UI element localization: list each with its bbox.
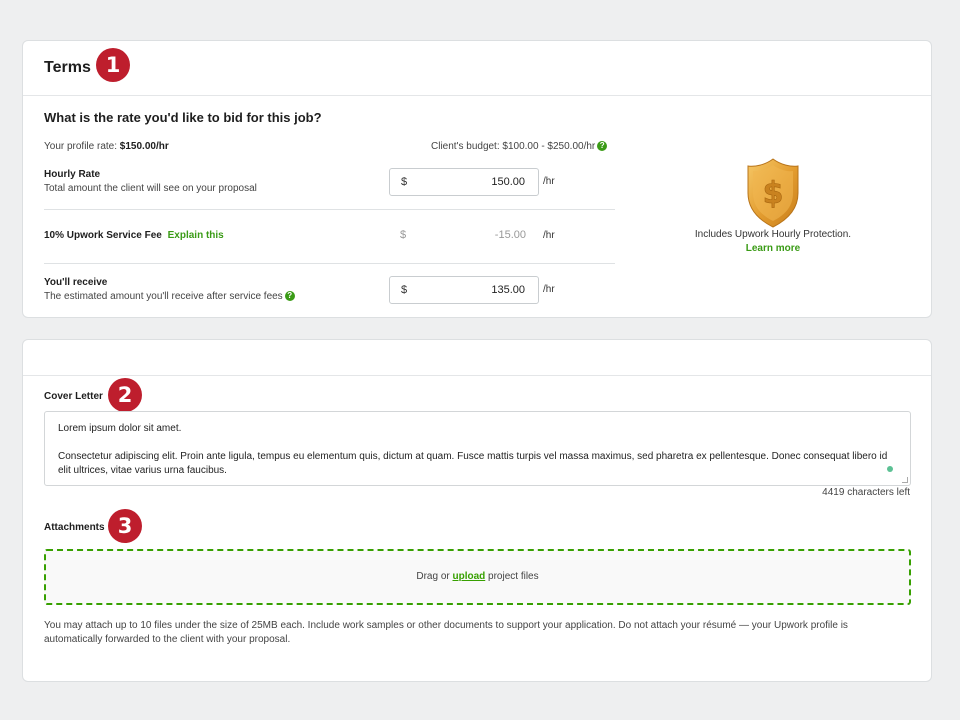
rate-question: What is the rate you'd like to bid for t… xyxy=(44,110,322,125)
hourly-rate-label: Hourly Rate xyxy=(44,169,101,180)
terms-title: Terms xyxy=(44,59,91,76)
hourly-rate-currency: $ xyxy=(401,176,408,188)
hourly-rate-unit: /hr xyxy=(543,176,555,187)
divider xyxy=(44,209,615,210)
cover-paragraph-2: Consectetur adipiscing elit. Proin ante … xyxy=(58,451,888,476)
file-dropzone[interactable]: Drag or upload project files xyxy=(44,549,911,605)
client-budget-text: Client's budget: $100.00 - $250.00/hr xyxy=(431,141,596,152)
divider xyxy=(44,263,615,264)
service-fee-amount: $ -15.00 xyxy=(389,222,539,250)
service-fee-label: 10% Upwork Service Fee xyxy=(44,230,162,241)
step-badge-3: 3 xyxy=(108,509,142,543)
characters-left: 4419 characters left xyxy=(822,487,910,498)
dropzone-text: Drag or upload project files xyxy=(46,571,909,582)
receive-unit: /hr xyxy=(543,284,555,295)
terms-header: Terms 1 xyxy=(23,41,931,96)
hourly-rate-value: 150.00 xyxy=(491,176,525,188)
cover-letter-textarea[interactable]: Lorem ipsum dolor sit amet. Consectetur … xyxy=(44,411,911,486)
profile-rate: Your profile rate: $150.00/hr xyxy=(44,141,169,152)
cover-letter-label: Cover Letter xyxy=(44,391,103,402)
service-fee-row: 10% Upwork Service Fee Explain this xyxy=(44,230,224,241)
resize-handle-icon[interactable] xyxy=(902,477,908,483)
receive-description: The estimated amount you'll receive afte… xyxy=(44,291,283,302)
hourly-rate-input[interactable]: $ 150.00 xyxy=(389,168,539,196)
cover-letter-text: Lorem ipsum dolor sit amet. Consectetur … xyxy=(58,422,898,478)
grammar-status-icon xyxy=(887,466,893,472)
profile-rate-value: $150.00/hr xyxy=(119,141,169,152)
receive-description-row: The estimated amount you'll receive afte… xyxy=(44,291,295,302)
shield-dollar-icon: $ xyxy=(747,158,799,228)
learn-more-link[interactable]: Learn more xyxy=(633,243,913,254)
service-fee-value: -15.00 xyxy=(494,229,526,241)
help-icon[interactable]: ? xyxy=(284,291,295,301)
client-budget: Client's budget: $100.00 - $250.00/hr? xyxy=(431,141,608,152)
svg-text:$: $ xyxy=(763,176,784,211)
receive-input[interactable]: $ 135.00 xyxy=(389,276,539,304)
profile-rate-label: Your profile rate: xyxy=(44,141,120,152)
step-badge-2: 2 xyxy=(108,378,142,412)
receive-value: 135.00 xyxy=(491,284,525,296)
drop-suffix: project files xyxy=(485,571,539,582)
cover-header xyxy=(23,340,931,376)
cover-card: Cover Letter 2 Lorem ipsum dolor sit ame… xyxy=(22,339,932,682)
receive-currency: $ xyxy=(401,284,408,296)
hourly-rate-description: Total amount the client will see on your… xyxy=(44,183,257,194)
attachments-label: Attachments xyxy=(44,522,105,533)
protection-text: Includes Upwork Hourly Protection. xyxy=(694,229,852,240)
service-fee-unit: /hr xyxy=(543,230,555,241)
attachments-note: You may attach up to 10 files under the … xyxy=(44,620,848,645)
help-icon[interactable]: ? xyxy=(597,141,608,151)
step-badge-1: 1 xyxy=(96,48,130,82)
explain-this-link[interactable]: Explain this xyxy=(168,230,224,241)
receive-label: You'll receive xyxy=(44,277,108,288)
upload-link[interactable]: upload xyxy=(452,571,485,582)
terms-card: Terms 1 What is the rate you'd like to b… xyxy=(22,40,932,318)
cover-line-1: Lorem ipsum dolor sit amet. xyxy=(58,423,182,434)
drop-prefix: Drag or xyxy=(416,571,453,582)
service-fee-currency: $ xyxy=(400,229,407,241)
